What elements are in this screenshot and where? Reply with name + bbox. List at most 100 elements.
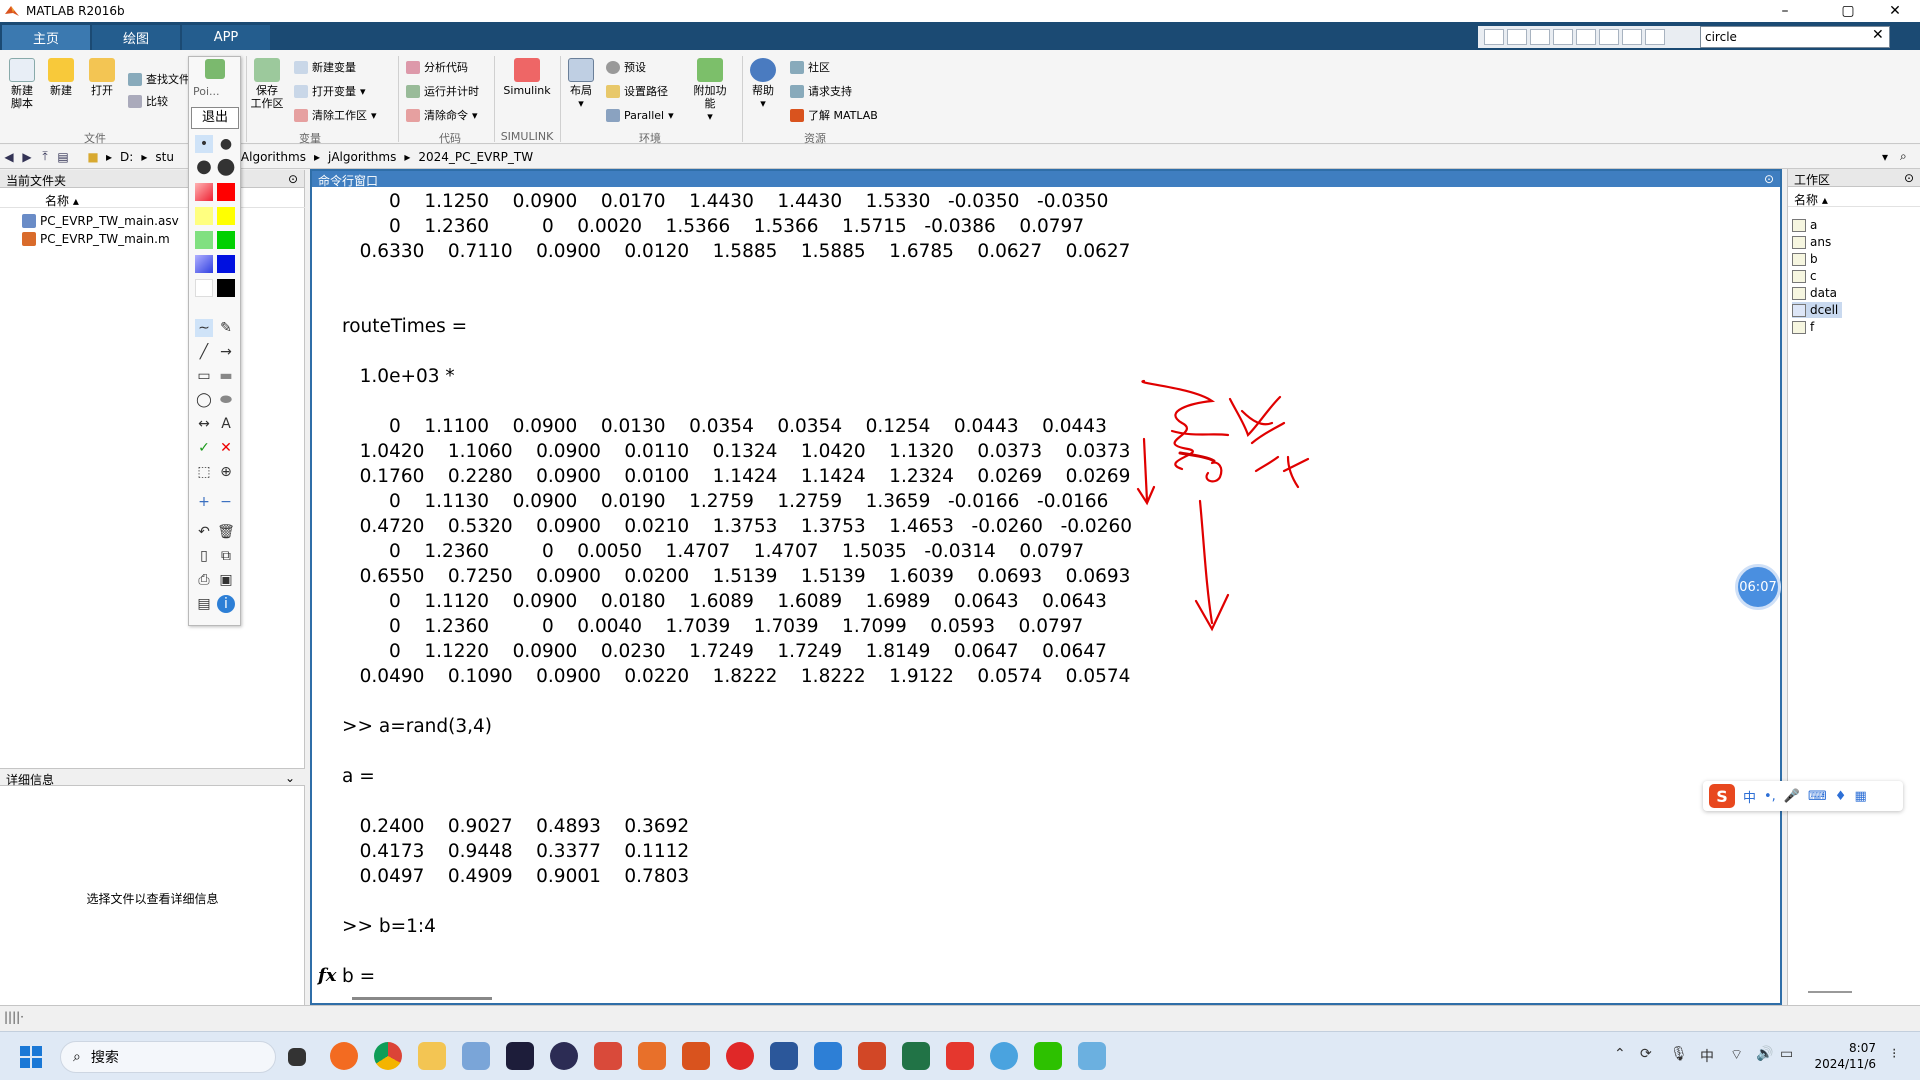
wechat-icon[interactable] bbox=[1034, 1042, 1062, 1070]
new-button[interactable]: 新建 bbox=[46, 58, 76, 97]
tab-home[interactable]: 主页 bbox=[2, 25, 90, 50]
ellipse-filled-icon[interactable]: ⬬ bbox=[217, 391, 235, 409]
print-icon[interactable]: ⎙ bbox=[195, 571, 213, 589]
workspace-variable[interactable]: data bbox=[1792, 285, 1841, 301]
forward-arrow-icon[interactable]: ▶ bbox=[18, 150, 36, 164]
layout-button[interactable]: 布局 ▾ bbox=[566, 58, 596, 110]
zoom-in-icon[interactable]: + bbox=[195, 493, 213, 511]
microphone-icon[interactable]: 🎤 bbox=[1784, 789, 1800, 804]
minimize-button[interactable]: – bbox=[1762, 0, 1808, 22]
highlighter-icon[interactable]: ✎ bbox=[217, 319, 235, 337]
file-explorer-icon[interactable] bbox=[418, 1042, 446, 1070]
simulink-button[interactable]: Simulink bbox=[502, 58, 552, 97]
addons-button[interactable]: 附加功能 ▾ bbox=[690, 58, 730, 123]
open-button[interactable]: 打开 bbox=[88, 58, 116, 97]
color-light-blue-swatch[interactable] bbox=[195, 255, 213, 273]
sogou-logo-icon[interactable]: S bbox=[1709, 784, 1735, 808]
open-variable-button[interactable]: 打开变量 ▾ bbox=[294, 82, 366, 100]
color-light-green-swatch[interactable] bbox=[195, 231, 213, 249]
clear-workspace-button[interactable]: 清除工作区 ▾ bbox=[294, 106, 377, 124]
notification-icon[interactable]: ⁝ bbox=[1892, 1046, 1896, 1062]
close-window-button[interactable]: ✕ bbox=[1872, 0, 1918, 22]
color-blue-swatch[interactable] bbox=[217, 255, 235, 273]
color-black-swatch[interactable] bbox=[217, 279, 235, 297]
word-icon[interactable] bbox=[770, 1042, 798, 1070]
find-files-button[interactable]: 查找文件 bbox=[128, 70, 190, 88]
punctuation-icon[interactable]: •, bbox=[1764, 789, 1776, 804]
clear-search-icon[interactable]: ✕ bbox=[1872, 27, 1888, 47]
search-folder-icon[interactable]: ⌕ bbox=[1900, 149, 1907, 164]
address-segment[interactable]: 2024_PC_EVRP_TW bbox=[418, 150, 533, 164]
volume-icon[interactable]: 🔊 bbox=[1756, 1046, 1773, 1062]
line-tool-icon[interactable]: ╱ bbox=[195, 343, 213, 361]
new-variable-button[interactable]: 新建变量 bbox=[294, 58, 356, 76]
tray-sync-icon[interactable]: ⟳ bbox=[1640, 1046, 1652, 1062]
intellij-icon[interactable] bbox=[506, 1042, 534, 1070]
documentation-search-input[interactable]: circle bbox=[1700, 26, 1890, 48]
help-button[interactable]: 帮助 ▾ bbox=[748, 58, 778, 110]
workspace-variable[interactable]: dcell bbox=[1792, 302, 1843, 318]
new-page-icon[interactable]: ▯ bbox=[195, 547, 213, 565]
rectangle-outline-icon[interactable]: ▭ bbox=[195, 367, 213, 385]
address-segment[interactable]: D: bbox=[120, 150, 133, 164]
pen-size-small-icon[interactable]: • bbox=[195, 135, 213, 153]
arrow-tool-icon[interactable]: → bbox=[217, 343, 235, 361]
app-orange-icon[interactable] bbox=[638, 1042, 666, 1070]
qat-help-icon[interactable] bbox=[1645, 29, 1665, 45]
tab-plots[interactable]: 绘图 bbox=[92, 25, 180, 50]
name-column-header[interactable]: 名称 ▴ bbox=[0, 190, 305, 208]
text-tool-icon[interactable]: A bbox=[217, 415, 235, 433]
rectangle-filled-icon[interactable]: ▬ bbox=[217, 367, 235, 385]
workspace-variable[interactable]: a bbox=[1792, 217, 1821, 233]
undo-icon[interactable]: ↶ bbox=[195, 523, 213, 541]
exit-annotation-button[interactable]: 退出 bbox=[191, 107, 239, 129]
info-icon[interactable]: i bbox=[217, 595, 235, 613]
name-column-header[interactable]: 名称 ▴ bbox=[1788, 189, 1920, 207]
app-snip-icon[interactable] bbox=[1078, 1042, 1106, 1070]
set-path-button[interactable]: 设置路径 bbox=[606, 82, 668, 100]
qat-save-icon[interactable] bbox=[1484, 29, 1504, 45]
panel-menu-icon[interactable]: ⊙ bbox=[288, 172, 298, 186]
tab-apps[interactable]: APP bbox=[182, 25, 270, 50]
zoom-region-icon[interactable]: ⊕ bbox=[217, 463, 235, 481]
app-red-icon[interactable] bbox=[594, 1042, 622, 1070]
workspace-variable[interactable]: c bbox=[1792, 268, 1821, 284]
learn-matlab-button[interactable]: 了解 MATLAB bbox=[790, 106, 878, 124]
address-dropdown-icon[interactable]: ▾ bbox=[1882, 150, 1888, 164]
paint-icon[interactable] bbox=[990, 1042, 1018, 1070]
task-view-icon[interactable] bbox=[288, 1048, 306, 1066]
chevron-down-icon[interactable]: ⌄ bbox=[285, 771, 295, 785]
maximize-button[interactable]: ▢ bbox=[1825, 0, 1871, 22]
pen-size-large-icon[interactable]: ● bbox=[195, 156, 213, 177]
ime-language-toggle[interactable]: 中 bbox=[1743, 787, 1756, 806]
screenshot-icon[interactable]: ▤ bbox=[195, 595, 213, 613]
battery-icon[interactable]: ▭ bbox=[1780, 1046, 1793, 1062]
new-script-button[interactable]: 新建 脚本 bbox=[6, 58, 38, 110]
file-item[interactable]: PC_EVRP_TW_main.m bbox=[22, 232, 170, 246]
double-arrow-icon[interactable]: ↔ bbox=[195, 415, 213, 433]
command-window[interactable]: 命令行窗口 ⊙ 0 1.1250 0.0900 0.0170 1.4430 1.… bbox=[310, 169, 1782, 1005]
download-arrow-icon[interactable] bbox=[205, 59, 225, 79]
workspace-variable[interactable]: f bbox=[1792, 319, 1818, 335]
excel-icon[interactable] bbox=[902, 1042, 930, 1070]
ellipse-outline-icon[interactable]: ◯ bbox=[195, 391, 213, 409]
check-mark-icon[interactable]: ✓ bbox=[195, 439, 213, 457]
color-red-swatch[interactable] bbox=[217, 183, 235, 201]
windows-start-icon[interactable] bbox=[20, 1046, 42, 1068]
qat-undo-icon[interactable] bbox=[1576, 29, 1596, 45]
copy-icon[interactable]: ⧉ bbox=[217, 547, 235, 565]
pen-size-medium-icon[interactable]: ● bbox=[217, 135, 235, 153]
freehand-pen-icon[interactable]: ∼ bbox=[195, 319, 213, 337]
run-and-time-button[interactable]: 运行并计时 bbox=[406, 82, 479, 100]
firefox-icon[interactable] bbox=[330, 1042, 358, 1070]
horizontal-scrollbar[interactable] bbox=[1808, 991, 1852, 993]
tray-chevron-icon[interactable]: ⌃ bbox=[1614, 1046, 1626, 1062]
notepad-icon[interactable] bbox=[814, 1042, 842, 1070]
address-segment[interactable]: stu bbox=[155, 150, 174, 164]
color-light-red-swatch[interactable] bbox=[195, 183, 213, 201]
details-panel-header[interactable]: 详细信息 ⌄ bbox=[0, 768, 305, 787]
taskbar-clock[interactable]: 8:07 2024/11/6 bbox=[1806, 1040, 1876, 1072]
photos-icon[interactable] bbox=[462, 1042, 490, 1070]
preferences-button[interactable]: 预设 bbox=[606, 58, 646, 76]
qat-cut-icon[interactable] bbox=[1507, 29, 1527, 45]
